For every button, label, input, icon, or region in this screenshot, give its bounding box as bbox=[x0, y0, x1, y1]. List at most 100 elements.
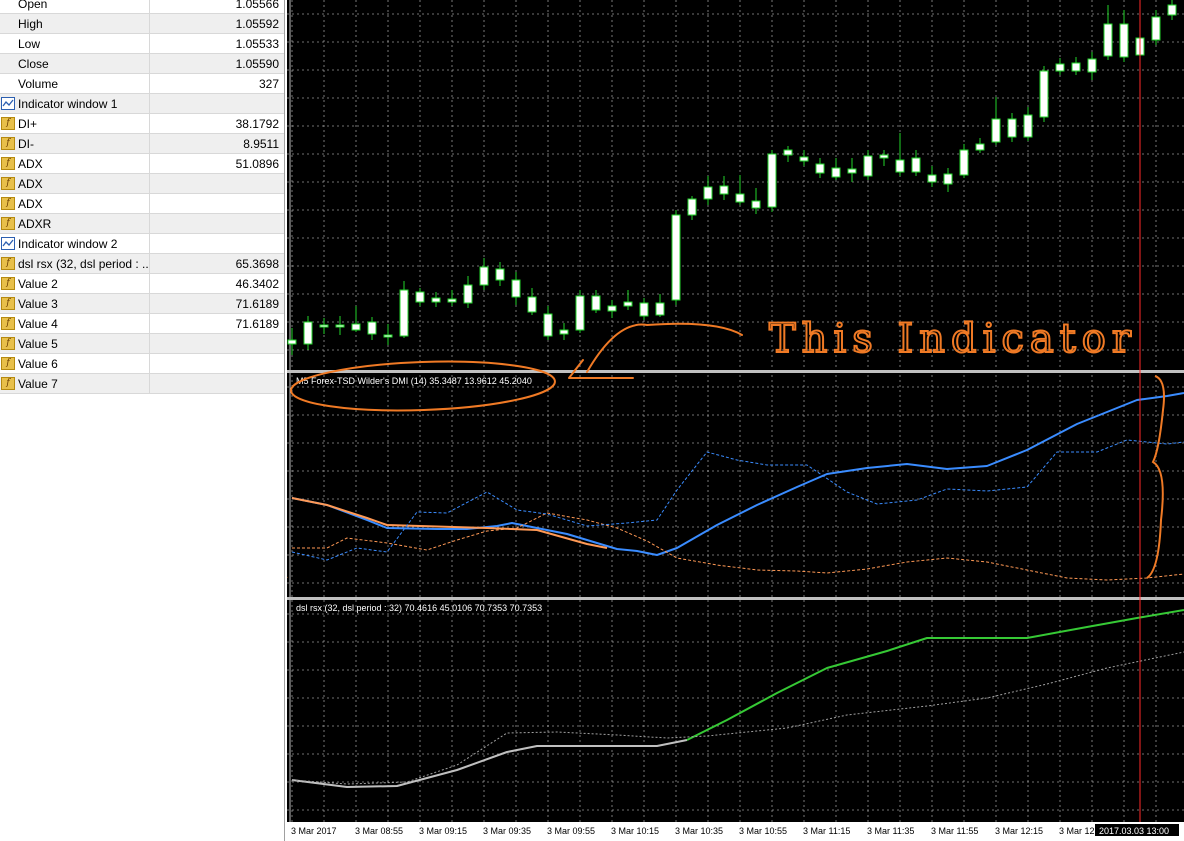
candle-body bbox=[879, 154, 889, 159]
candle-body bbox=[623, 301, 633, 307]
data-window-row-name: Value 3 bbox=[18, 297, 58, 311]
time-axis-label: 3 Mar 10:55 bbox=[739, 826, 787, 836]
candle-body bbox=[735, 193, 745, 203]
data-window-row[interactable]: f Value 5 bbox=[0, 334, 284, 354]
time-axis-label: 3 Mar 10:35 bbox=[675, 826, 723, 836]
data-window-row[interactable]: f ADX 51.0896 bbox=[0, 154, 284, 174]
data-window-row[interactable]: Indicator window 1 bbox=[0, 94, 284, 114]
data-window-row[interactable]: f ADX bbox=[0, 194, 284, 214]
data-window-row[interactable]: f ADXR bbox=[0, 214, 284, 234]
annotation-arrow bbox=[568, 322, 743, 379]
data-window-row-name: dsl rsx (32, dsl period : ... bbox=[18, 257, 148, 271]
data-window-row-name: DI+ bbox=[18, 117, 38, 131]
data-window-row[interactable]: Volume 327 bbox=[0, 74, 284, 94]
rsx-signal-line bbox=[291, 651, 1184, 785]
function-icon: f bbox=[1, 277, 15, 290]
candle-body bbox=[1071, 62, 1081, 72]
data-window-row-value: 8.9511 bbox=[243, 137, 279, 151]
candle-body bbox=[671, 214, 681, 301]
function-icon: f bbox=[1, 177, 15, 190]
data-window-row[interactable]: f Value 3 71.6189 bbox=[0, 294, 284, 314]
column-divider bbox=[149, 234, 150, 253]
data-window-row[interactable]: Low 1.05533 bbox=[0, 34, 284, 54]
candle-body bbox=[367, 321, 377, 335]
data-window-row[interactable]: f dsl rsx (32, dsl period : ... 65.3698 bbox=[0, 254, 284, 274]
time-axis-label: 3 Mar 10:15 bbox=[611, 826, 659, 836]
candle-body bbox=[959, 149, 969, 176]
price-chart[interactable]: M5 Forex-TSD Wilder's DMI (14) 35.3487 1… bbox=[287, 0, 1184, 841]
data-window-row-value: 71.6189 bbox=[235, 317, 279, 331]
data-window-row-value: 46.3402 bbox=[235, 277, 279, 291]
pane-separator bbox=[287, 597, 1184, 600]
data-window-row-name: Indicator window 2 bbox=[18, 237, 118, 251]
data-window-row[interactable]: f Value 7 bbox=[0, 374, 284, 394]
candle-body bbox=[399, 289, 409, 337]
column-divider bbox=[149, 174, 150, 193]
candle-body bbox=[591, 295, 601, 311]
candle-body bbox=[1007, 118, 1017, 138]
candle-body bbox=[431, 297, 441, 303]
data-window-row[interactable]: Close 1.05590 bbox=[0, 54, 284, 74]
function-icon: f bbox=[1, 197, 15, 210]
data-window-row[interactable]: f ADX bbox=[0, 174, 284, 194]
data-window-row-name: Indicator window 1 bbox=[18, 97, 118, 111]
function-icon: f bbox=[1, 117, 15, 130]
chart-canvas[interactable]: M5 Forex-TSD Wilder's DMI (14) 35.3487 1… bbox=[287, 0, 1184, 841]
time-axis-label: 3 Mar 2017 bbox=[291, 826, 337, 836]
indicator-window-icon bbox=[1, 97, 15, 110]
data-window-row[interactable]: Open 1.05566 bbox=[0, 0, 284, 14]
candle-body bbox=[991, 118, 1001, 143]
candle-body bbox=[607, 305, 617, 312]
di-plus-line bbox=[291, 439, 1184, 561]
data-window-row[interactable]: f Value 2 46.3402 bbox=[0, 274, 284, 294]
candle-body bbox=[639, 302, 649, 317]
candle-body bbox=[719, 185, 729, 195]
data-window-row-name: Value 5 bbox=[18, 337, 58, 351]
data-window-row-value: 1.05592 bbox=[235, 17, 279, 31]
data-window-row[interactable]: f Value 6 bbox=[0, 354, 284, 374]
candle-body bbox=[943, 173, 953, 185]
data-window-row-name: High bbox=[18, 17, 43, 31]
annotation-text: This Indicator bbox=[769, 316, 1137, 362]
data-window-row-name: ADX bbox=[18, 157, 43, 171]
function-icon: f bbox=[1, 357, 15, 370]
data-window-row-value: 1.05566 bbox=[235, 0, 279, 11]
data-window-row-name: Value 2 bbox=[18, 277, 58, 291]
data-window-row-name: Low bbox=[18, 37, 41, 51]
time-axis-label: 3 Mar 08:55 bbox=[355, 826, 403, 836]
candle-body bbox=[927, 174, 937, 183]
candle-body bbox=[543, 313, 553, 337]
data-window-row-value: 51.0896 bbox=[235, 157, 279, 171]
column-divider bbox=[149, 194, 150, 213]
dmi-indicator-label: M5 Forex-TSD Wilder's DMI (14) 35.3487 1… bbox=[296, 376, 532, 386]
data-window-row[interactable]: f DI- 8.9511 bbox=[0, 134, 284, 154]
candle-body bbox=[1087, 58, 1097, 73]
candle-body bbox=[751, 200, 761, 209]
data-window-row[interactable]: f Value 4 71.6189 bbox=[0, 314, 284, 334]
candle-body bbox=[655, 302, 665, 316]
data-window-row-name: Value 6 bbox=[18, 357, 58, 371]
function-icon: f bbox=[1, 257, 15, 270]
candle-body bbox=[527, 296, 537, 313]
data-window-row[interactable]: Indicator window 2 bbox=[0, 234, 284, 254]
function-icon: f bbox=[1, 317, 15, 330]
data-window-row[interactable]: High 1.05592 bbox=[0, 14, 284, 34]
data-window-row-value: 1.05590 bbox=[235, 57, 279, 71]
pane-separator bbox=[287, 370, 1184, 373]
data-window-row-name: DI- bbox=[18, 137, 34, 151]
time-axis-label: 3 Mar 12:15 bbox=[995, 826, 1043, 836]
function-icon: f bbox=[1, 377, 15, 390]
function-icon: f bbox=[1, 157, 15, 170]
candle-body bbox=[335, 324, 345, 328]
data-window-row-name: Value 4 bbox=[18, 317, 58, 331]
data-window-row-name: Open bbox=[18, 0, 48, 11]
candle-body bbox=[783, 149, 793, 156]
adx-line-orange-segment bbox=[291, 497, 608, 549]
candle-body bbox=[303, 321, 313, 345]
candle-body bbox=[447, 298, 457, 303]
candle-body bbox=[495, 268, 505, 281]
data-window-row[interactable]: f DI+ 38.1792 bbox=[0, 114, 284, 134]
data-window-row-name: Close bbox=[18, 57, 49, 71]
candle-body bbox=[559, 329, 569, 335]
candle-body bbox=[1167, 4, 1177, 16]
